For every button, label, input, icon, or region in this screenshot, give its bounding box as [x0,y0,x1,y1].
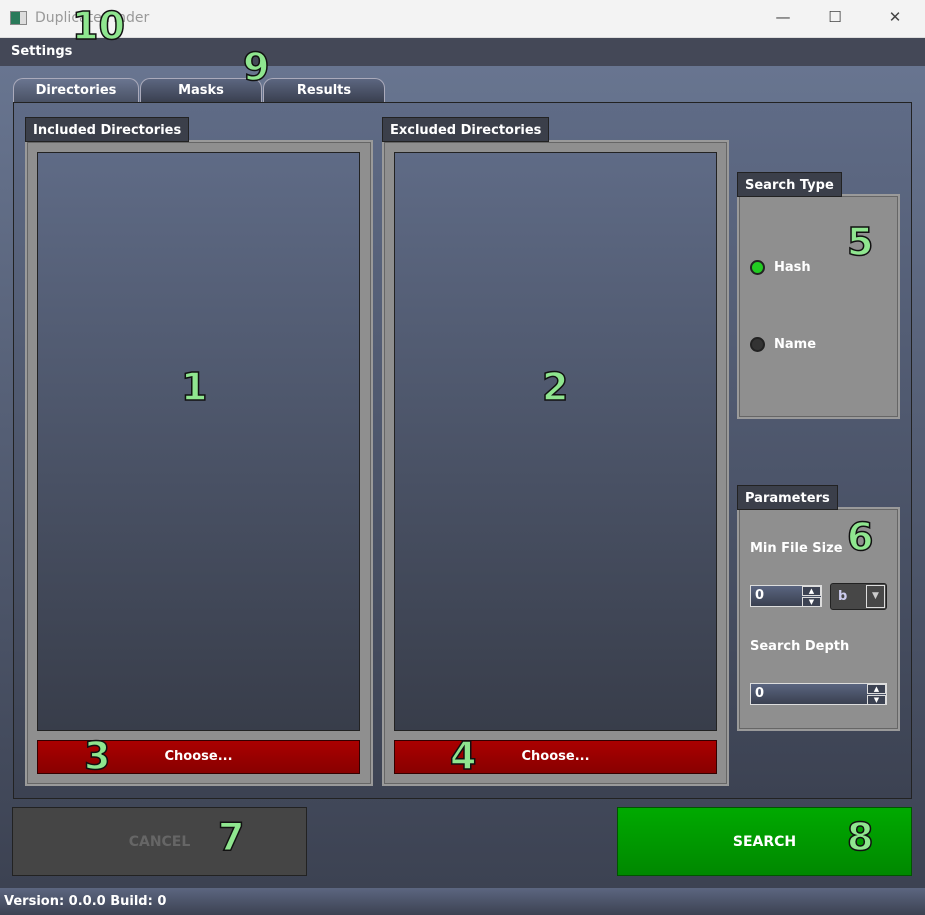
hash-radio[interactable] [750,260,765,275]
name-radio[interactable] [750,337,765,352]
included-directories-title: Included Directories [25,117,190,142]
name-label: Name [774,337,817,352]
search-type-title: Search Type [737,172,842,197]
menu-settings[interactable]: Settings [11,44,72,59]
menu-bar [0,38,925,66]
annotation-1: 1 [180,364,208,410]
min-file-size-down-icon[interactable]: ▼ [802,597,821,607]
min-file-size-up-icon[interactable]: ▲ [802,586,821,596]
tab-results[interactable]: Results [263,78,385,102]
version-text: Version: 0.0.0 Build: 0 [4,894,167,909]
close-button[interactable]: ✕ [880,8,910,30]
minimize-button[interactable]: — [768,8,798,30]
excluded-choose-button[interactable]: Choose... [394,740,717,774]
chevron-down-icon[interactable]: ▼ [866,585,885,608]
search-depth-label: Search Depth [750,639,850,654]
annotation-2: 2 [541,364,569,410]
annotation-4: 4 [449,733,477,779]
included-directories-list[interactable] [37,152,360,731]
cancel-button[interactable]: CANCEL [12,807,307,876]
search-depth-down-icon[interactable]: ▼ [867,695,886,705]
annotation-10: 10 [71,3,125,49]
hash-label: Hash [774,260,811,275]
annotation-8: 8 [846,814,874,860]
annotation-5: 5 [846,219,874,265]
parameters-title: Parameters [737,485,838,510]
excluded-directories-list[interactable] [394,152,717,731]
tab-directories[interactable]: Directories [13,78,139,102]
search-type-group [737,194,900,419]
annotation-9: 9 [242,44,270,90]
app-icon [10,11,27,25]
annotation-7: 7 [217,814,245,860]
unit-value: b [838,589,848,604]
search-depth-up-icon[interactable]: ▲ [867,684,886,694]
annotation-3: 3 [83,733,111,779]
min-file-size-label: Min File Size [750,541,843,556]
excluded-directories-title: Excluded Directories [382,117,550,142]
annotation-6: 6 [846,514,874,560]
maximize-button[interactable]: ☐ [820,8,850,30]
